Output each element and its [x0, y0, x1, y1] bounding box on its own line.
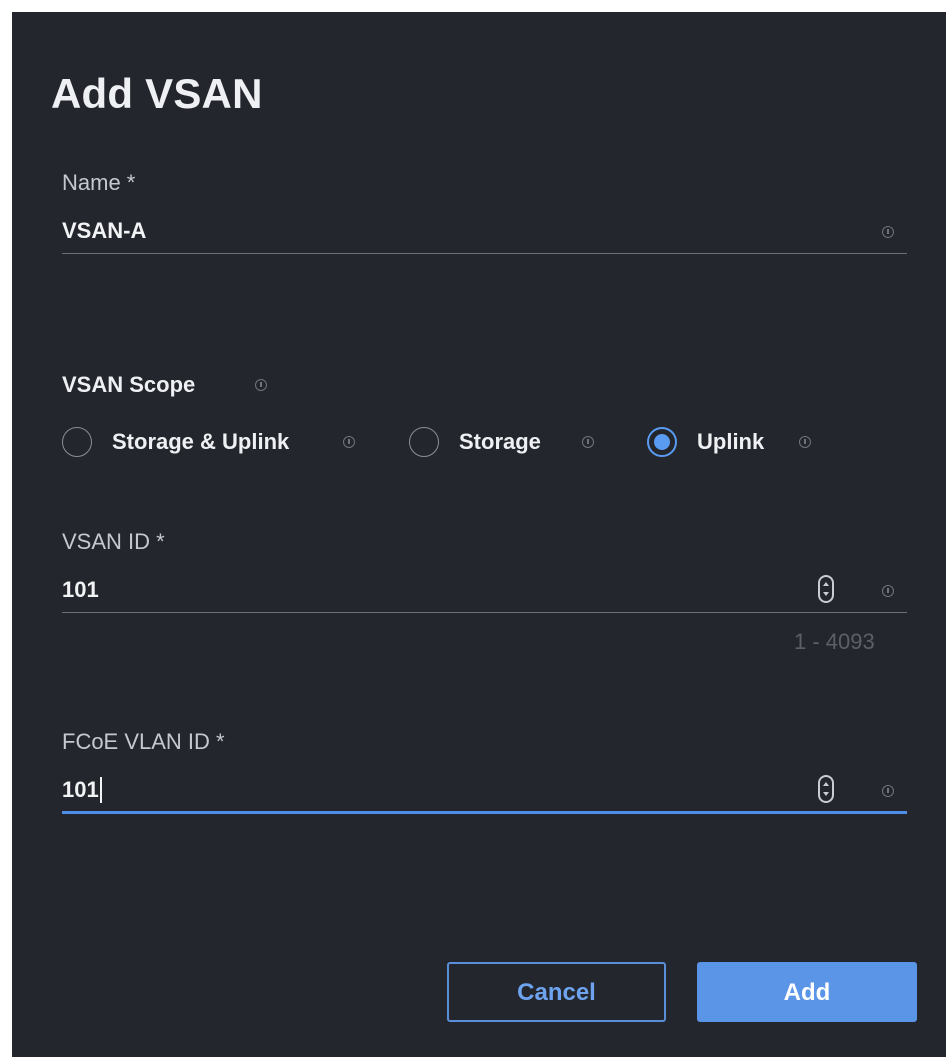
fcoe-vlan-id-value: 101	[62, 777, 99, 802]
name-underline	[62, 253, 907, 254]
vsan-scope-label-text: VSAN Scope	[62, 372, 196, 397]
vsan-id-label: VSAN ID *	[62, 529, 165, 554]
fcoe-vlan-id-field[interactable]: FCoE VLAN ID * 101	[62, 729, 907, 817]
fcoe-vlan-id-stepper-icon[interactable]	[818, 775, 834, 803]
vsan-scope-info-icon[interactable]	[255, 379, 267, 391]
uplink-info-icon[interactable]	[799, 436, 811, 448]
storage-info-icon[interactable]	[582, 436, 594, 448]
radio-label: Storage & Uplink	[112, 429, 290, 454]
stepper-up-icon[interactable]	[823, 782, 829, 786]
radio-circle[interactable]	[409, 427, 439, 457]
radio-label: Uplink	[697, 429, 765, 454]
radio-uplink[interactable]: Uplink	[647, 427, 797, 457]
add-vsan-dialog: Add VSAN Name * VSAN-A VSAN Scope Storag…	[12, 12, 946, 1057]
vsan-id-underline	[62, 612, 907, 613]
fcoe-vlan-id-underline-focused	[62, 811, 907, 814]
text-caret	[99, 777, 102, 803]
vsan-id-stepper-icon[interactable]	[818, 575, 834, 603]
name-label: Name *	[62, 170, 136, 195]
radio-storage[interactable]: Storage	[409, 427, 579, 457]
storage-and-uplink-info-icon[interactable]	[343, 436, 355, 448]
vsan-scope-label: VSAN Scope	[62, 372, 195, 398]
radio-circle-selected[interactable]	[647, 427, 677, 457]
name-input[interactable]: VSAN-A	[62, 218, 146, 244]
fcoe-vlan-id-label: FCoE VLAN ID *	[62, 729, 225, 754]
radio-label: Storage	[459, 429, 541, 454]
vsan-id-range-hint: 1 - 4093	[794, 629, 875, 654]
name-field[interactable]: Name * VSAN-A	[62, 170, 907, 256]
dialog-title: Add VSAN	[51, 70, 263, 117]
vsan-id-info-icon[interactable]	[882, 585, 894, 597]
vsan-id-input[interactable]: 101	[62, 577, 99, 603]
radio-circle[interactable]	[62, 427, 92, 457]
stepper-up-icon[interactable]	[823, 582, 829, 586]
stepper-down-icon[interactable]	[823, 592, 829, 596]
fcoe-vlan-id-info-icon[interactable]	[882, 785, 894, 797]
name-info-icon[interactable]	[882, 226, 894, 238]
radio-storage-and-uplink[interactable]: Storage & Uplink	[62, 427, 362, 457]
fcoe-vlan-id-input[interactable]: 101	[62, 777, 102, 803]
cancel-button[interactable]: Cancel	[447, 962, 666, 1022]
vsan-id-field[interactable]: VSAN ID * 101 1 - 4093	[62, 529, 907, 654]
add-button[interactable]: Add	[697, 962, 917, 1022]
stepper-down-icon[interactable]	[823, 792, 829, 796]
